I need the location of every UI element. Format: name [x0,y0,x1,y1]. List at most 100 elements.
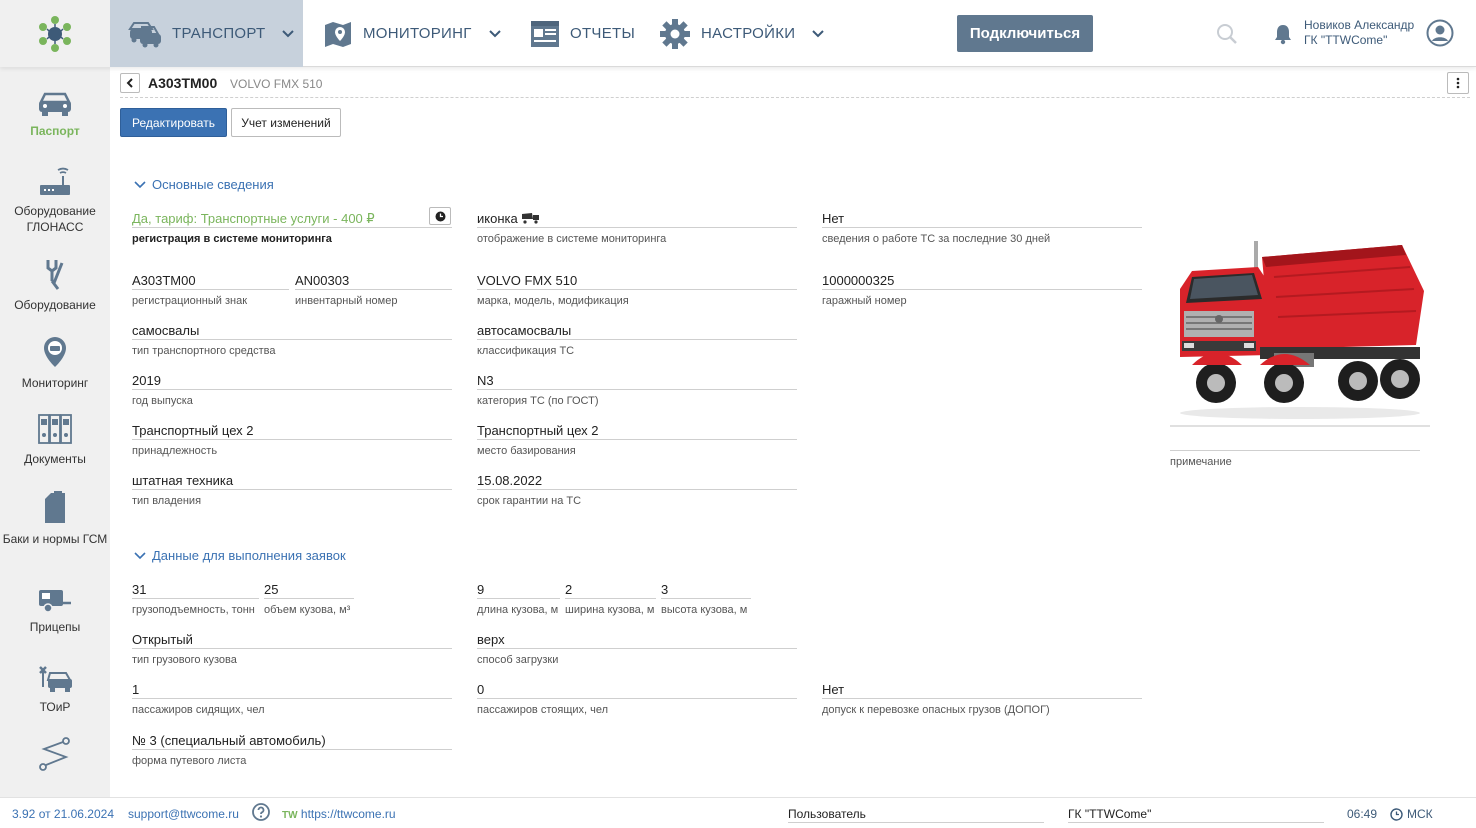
field-icon[interactable]: иконка отображение в системе мониторинга [477,211,797,245]
sidebar-item-routes[interactable] [0,737,110,777]
sidebar-item-trailers[interactable]: Прицепы [0,587,110,635]
support-email-link[interactable]: support@ttwcome.ru [128,807,239,821]
garage-no-value: 1000000325 [822,273,1142,290]
change-history-button[interactable]: Учет изменений [231,108,341,137]
sidebar-item-label: Оборудование ГЛОНАСС [14,204,96,234]
sidebar-item-monitoring[interactable]: Мониторинг [0,335,110,391]
tw-logo: TW [282,810,298,821]
body-type-label: тип грузового кузова [132,654,237,666]
field-length[interactable]: 9 длина кузова, м [477,582,560,616]
field-vehicle-type[interactable]: самосвалы тип транспортного средства [132,323,452,357]
field-note[interactable]: примечание [1170,437,1420,468]
capacity-value: 31 [132,582,259,599]
history-clock-button[interactable] [429,207,451,225]
nav-transport[interactable]: ТРАНСПОРТ [110,0,303,67]
nav-monitoring[interactable]: МОНИТОРИНГ [323,0,502,67]
binders-icon [0,413,110,445]
edit-button[interactable]: Редактировать [120,108,227,137]
help-icon[interactable] [252,803,270,824]
user-select[interactable]: Пользователь [788,807,1044,823]
sidebar-item-documents[interactable]: Документы [0,413,110,467]
category-label: категория ТС (по ГОСТ) [477,395,599,407]
field-make[interactable]: VOLVO FMX 510 марка, модель, модификация [477,273,797,307]
nav-settings[interactable]: НАСТРОЙКИ [659,0,825,67]
sidebar-item-equipment[interactable]: Оборудование [0,257,110,313]
width-label: ширина кузова, м [565,604,655,616]
work30-value: Нет [822,211,1142,228]
nav-reports-label: ОТЧЕТЫ [570,25,636,42]
nav-reports[interactable]: ОТЧЕТЫ [530,0,635,67]
org-select[interactable]: ГК "TTWCome" [1068,807,1324,823]
avatar-icon[interactable] [1426,19,1454,52]
app-logo[interactable] [0,0,110,67]
more-vertical-icon [1456,77,1460,89]
field-classification[interactable]: автосамосвалы классификация ТС [477,323,797,357]
main-content: А303ТМ00 VOLVO FMX 510 Редактировать Уче… [110,67,1476,797]
field-dangerous[interactable]: Нет допуск к перевозке опасных грузов (Д… [822,682,1142,716]
field-height[interactable]: 3 высота кузова, м [661,582,751,616]
connect-button[interactable]: Подключиться [957,15,1093,52]
more-menu-button[interactable] [1447,72,1469,94]
chevron-down-icon[interactable] [811,29,825,39]
vehicle-plate: А303ТМ00 [148,75,218,91]
footer: 3.92 от 21.06.2024 support@ttwcome.ru TW… [0,797,1476,828]
sidebar-item-glonass[interactable]: Оборудование ГЛОНАСС [0,167,110,235]
sidebar-item-label: Оборудование [14,298,96,312]
inv-no-value: AN00303 [295,273,452,290]
sidebar-item-fuel[interactable]: Баки и нормы ГСМ [0,491,110,547]
service-icon [0,665,110,693]
field-owner[interactable]: Транспортный цех 2 принадлежность [132,423,452,457]
user-info[interactable]: Новиков Александр ГК "TTWCome" [1304,18,1414,48]
search-icon[interactable] [1216,23,1238,50]
chevron-down-icon [134,551,146,560]
field-body-type[interactable]: Открытый тип грузового кузова [132,632,452,666]
field-year[interactable]: 2019 год выпуска [132,373,452,407]
make-value: VOLVO FMX 510 [477,273,797,290]
reg-sign-value: А303ТМ00 [132,273,289,290]
section-basic-toggle[interactable]: Основные сведения [134,177,274,192]
field-standing[interactable]: 0 пассажиров стоящих, чел [477,682,797,716]
volume-label: объем кузова, м³ [264,604,351,616]
section-requests-toggle[interactable]: Данные для выполнения заявок [134,548,346,563]
trailer-icon [0,587,110,613]
warranty-value: 15.08.2022 [477,473,797,490]
back-button[interactable] [120,73,140,93]
field-registration[interactable]: Да, тариф: Транспортные услуги - 400 ₽ р… [132,207,452,245]
field-waybill[interactable]: № 3 (специальный автомобиль) форма путев… [132,733,452,767]
timezone-selector[interactable]: МСК [1390,807,1433,821]
chevron-down-icon[interactable] [281,29,295,39]
work30-label: сведения о работе ТС за последние 30 дне… [822,233,1051,245]
capacity-label: грузоподъемность, тонн [132,604,255,616]
car-icon [0,91,110,117]
ownership-label: тип владения [132,495,202,507]
field-category[interactable]: N3 категория ТС (по ГОСТ) [477,373,797,407]
sidebar-item-maintenance[interactable]: ТОиР [0,665,110,715]
icon-value-text: иконка [477,211,518,226]
field-volume[interactable]: 25 объем кузова, м³ [264,582,354,616]
field-capacity[interactable]: 31 грузоподъемность, тонн [132,582,259,616]
chevron-down-icon[interactable] [488,29,502,39]
field-reg-sign[interactable]: А303ТМ00 регистрационный знак [132,273,289,307]
bell-icon[interactable] [1273,23,1293,50]
body-type-value: Открытый [132,632,452,649]
vehicle-photo[interactable] [1170,237,1430,427]
field-base[interactable]: Транспортный цех 2 место базирования [477,423,797,457]
field-ownership[interactable]: штатная техника тип владения [132,473,452,507]
sidebar-item-passport[interactable]: Паспорт [0,91,110,139]
owner-label: принадлежность [132,445,218,457]
app-version: 3.92 от 21.06.2024 [12,807,114,821]
timezone-label: МСК [1407,807,1433,821]
field-warranty[interactable]: 15.08.2022 срок гарантии на ТС [477,473,797,507]
field-width[interactable]: 2 ширина кузова, м [565,582,656,616]
dangerous-value: Нет [822,682,1142,699]
field-inv-no[interactable]: AN00303 инвентарный номер [295,273,452,307]
field-seated[interactable]: 1 пассажиров сидящих, чел [132,682,452,716]
field-work30[interactable]: Нет сведения о работе ТС за последние 30… [822,211,1142,245]
height-value: 3 [661,582,751,599]
field-garage-no[interactable]: 1000000325 гаражный номер [822,273,1142,307]
site-link[interactable]: TW https://ttwcome.ru [282,807,396,821]
classification-label: классификация ТС [477,345,575,357]
router-icon [0,167,110,197]
field-loading[interactable]: верх способ загрузки [477,632,797,666]
logo-icon [39,15,71,52]
